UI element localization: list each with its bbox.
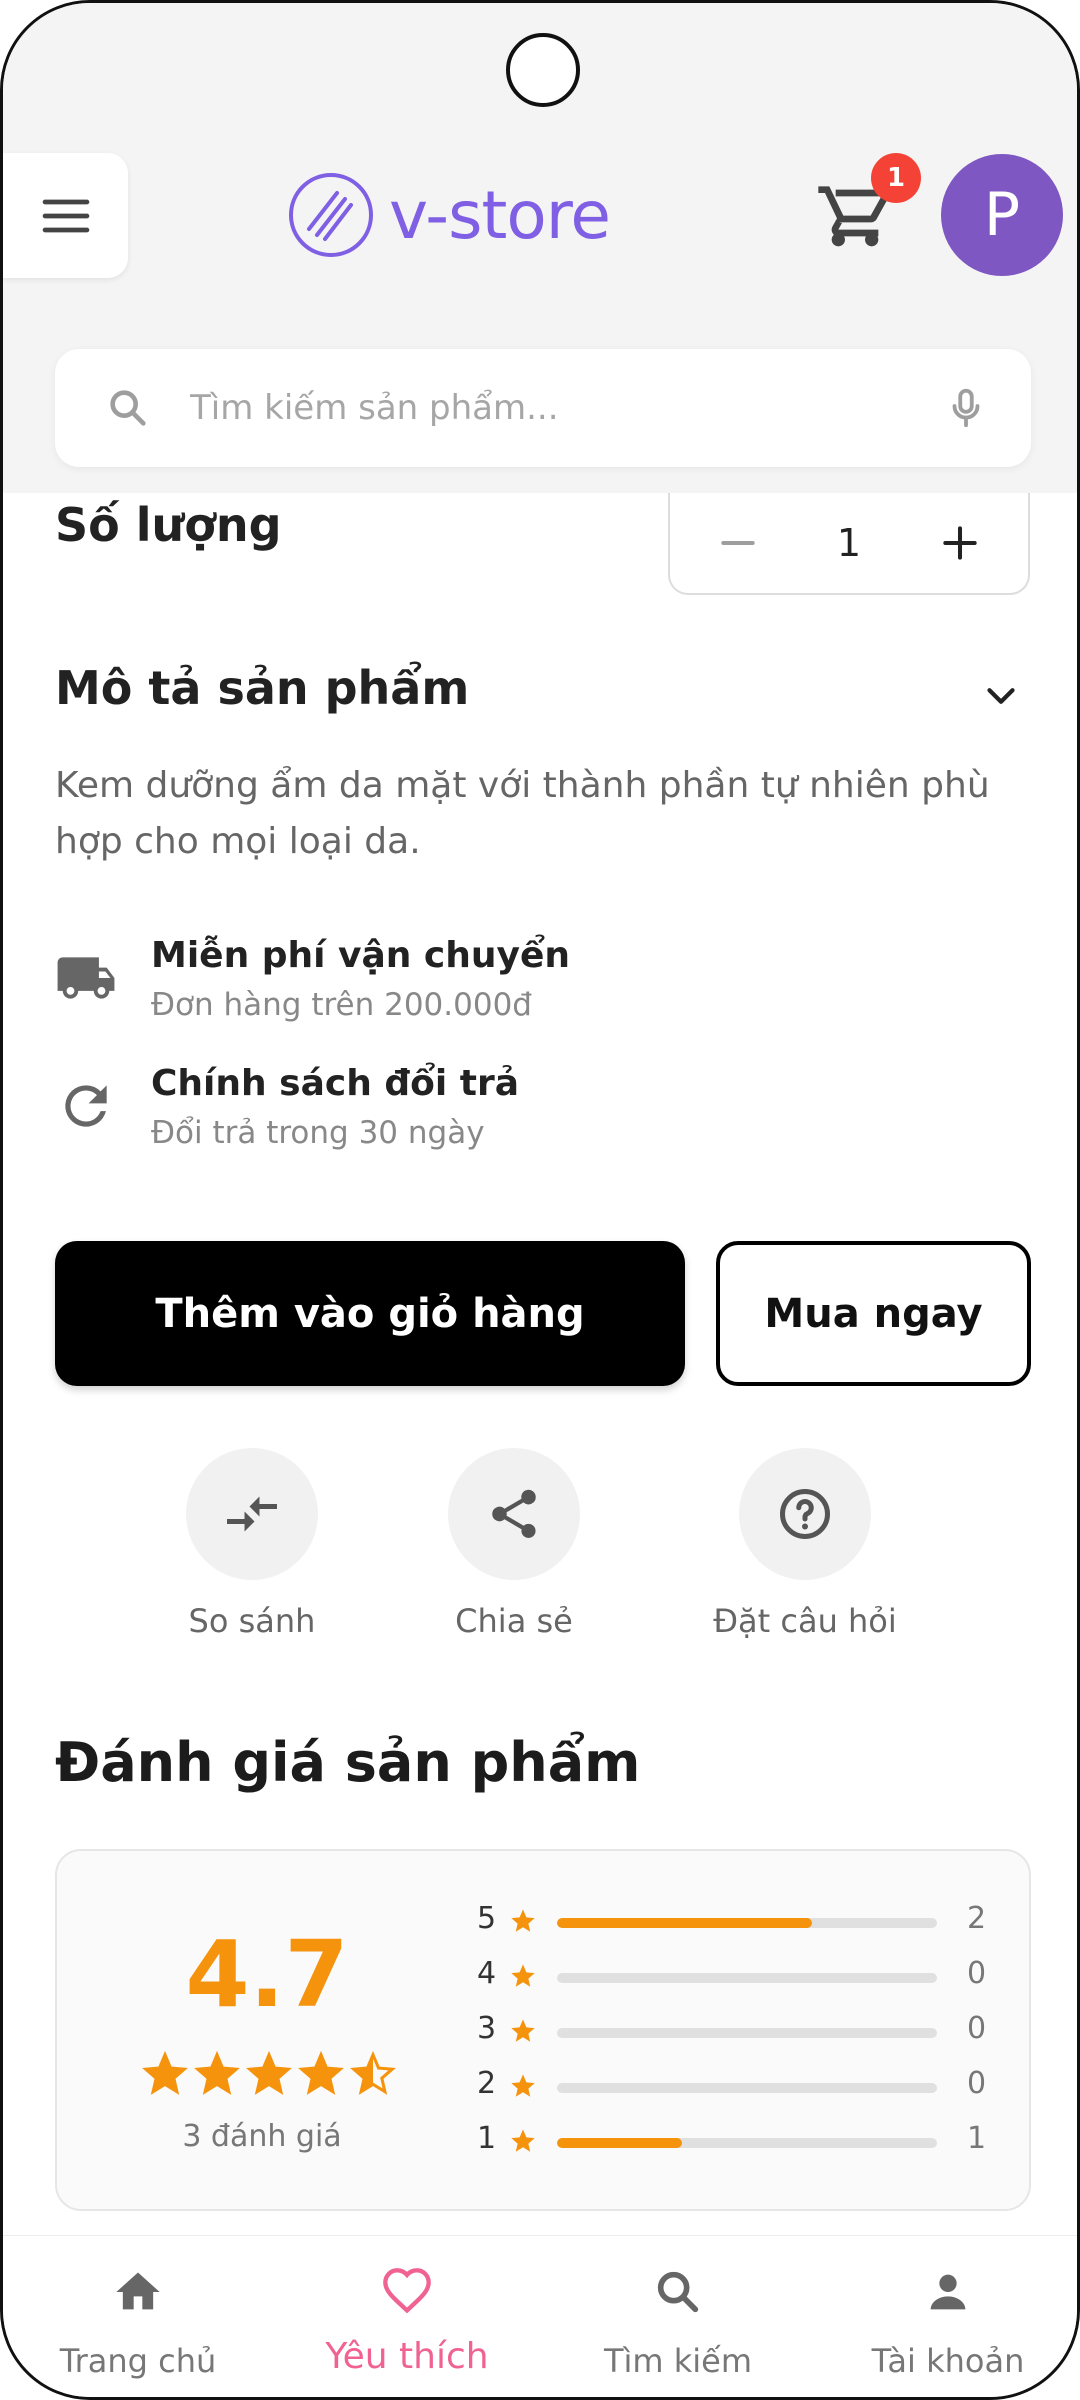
rating-stars-value: 2: [477, 2066, 497, 2101]
feature-subtitle: Đổi trả trong 30 ngày: [151, 1115, 485, 1151]
ask-question-label: Đặt câu hỏi: [713, 1602, 897, 1640]
rating-count: 0: [967, 1956, 987, 1991]
logo[interactable]: v-store: [287, 169, 611, 261]
ask-question-button[interactable]: [739, 1448, 871, 1580]
buy-now-button[interactable]: Mua ngay: [716, 1241, 1031, 1386]
feature-title: Miễn phí vận chuyển: [151, 935, 571, 976]
average-stars: [142, 2051, 396, 2097]
nav-search[interactable]: Tìm kiếm: [558, 2236, 798, 2397]
feature-title: Chính sách đổi trả: [151, 1063, 520, 1104]
nav-label: Tài khoản: [871, 2342, 1025, 2380]
quantity-value: 1: [836, 521, 862, 565]
rating-bar-fill: [557, 2138, 683, 2148]
star-icon: [511, 2129, 535, 2152]
rating-row[interactable]: 1 1: [477, 2121, 997, 2161]
add-to-cart-button[interactable]: Thêm vào giỏ hàng: [55, 1241, 685, 1386]
rating-stars-value: 4: [477, 1956, 497, 1991]
compare-action[interactable]: So sánh: [152, 1448, 352, 1640]
nav-label: Tìm kiếm: [603, 2342, 753, 2380]
share-label: Chia sẻ: [455, 1602, 573, 1640]
decrease-button[interactable]: [710, 515, 766, 571]
star-full-icon: [246, 2051, 292, 2095]
cart-badge: 1: [871, 153, 921, 203]
feature-free-shipping: Miễn phí vận chuyển Đơn hàng trên 200.00…: [55, 935, 955, 1035]
quantity-label: Số lượng: [55, 498, 282, 552]
microphone-icon[interactable]: [943, 385, 989, 431]
menu-button[interactable]: [3, 153, 128, 278]
review-count: 3 đánh giá: [182, 2119, 342, 2154]
logo-text: v-store: [389, 176, 611, 254]
description-title[interactable]: Mô tả sản phẩm: [55, 661, 469, 715]
feature-return-policy: Chính sách đổi trả Đổi trả trong 30 ngày: [55, 1063, 955, 1163]
reviews-title: Đánh giá sản phẩm: [55, 1731, 641, 1794]
compare-icon: [227, 1496, 277, 1532]
question-icon: [780, 1489, 830, 1539]
rating-count: 0: [967, 2066, 987, 2101]
search-icon: [657, 2271, 699, 2313]
plus-icon: [943, 526, 977, 560]
rating-stars-value: 3: [477, 2011, 497, 2046]
average-rating: 4.7: [185, 1921, 349, 2028]
rating-count: 0: [967, 2011, 987, 2046]
ask-question-action[interactable]: Đặt câu hỏi: [705, 1448, 905, 1640]
share-button[interactable]: [448, 1448, 580, 1580]
refresh-icon: [65, 1085, 107, 1127]
minus-icon: [721, 540, 755, 546]
rating-bar: [557, 2138, 937, 2148]
nav-label: Yêu thích: [325, 2336, 489, 2377]
home-icon: [116, 2272, 160, 2310]
star-icon: [511, 1909, 535, 1932]
rating-bar-fill: [557, 1918, 812, 1928]
nav-account[interactable]: Tài khoản: [828, 2236, 1068, 2397]
rating-bar: [557, 2028, 937, 2038]
nav-label: Trang chủ: [59, 2342, 217, 2380]
truck-icon: [57, 957, 115, 999]
rating-row[interactable]: 3 0: [477, 2011, 997, 2051]
rating-row[interactable]: 2 0: [477, 2066, 997, 2106]
star-half-icon: [350, 2051, 396, 2095]
star-icon: [511, 2019, 535, 2042]
phone-frame: v-store 1 P Số lượng 1 Mô tả sản phẩm Ke…: [0, 0, 1080, 2400]
account-icon: [930, 2274, 966, 2310]
camera-cutout: [506, 33, 580, 107]
increase-button[interactable]: [932, 515, 988, 571]
rating-summary-card: 4.7 3 đánh giá 5 2 4 0 3 0 2 0 1 1: [55, 1849, 1031, 2211]
star-icon: [511, 1964, 535, 1987]
share-icon: [492, 1489, 536, 1538]
star-full-icon: [142, 2051, 188, 2095]
nav-favorites[interactable]: Yêu thích: [287, 2236, 527, 2397]
rating-stars-value: 1: [477, 2121, 497, 2156]
star-full-icon: [194, 2051, 240, 2095]
bottom-navigation: Trang chủ Yêu thích Tìm kiếm Tài khoản: [3, 2235, 1077, 2397]
rating-stars-value: 5: [477, 1901, 497, 1936]
rating-row[interactable]: 4 0: [477, 1956, 997, 1996]
chevron-down-icon[interactable]: [978, 673, 1024, 719]
avatar[interactable]: P: [941, 154, 1063, 276]
quantity-stepper: 1: [668, 493, 1030, 595]
hamburger-icon: [42, 199, 89, 232]
rating-bar: [557, 1918, 937, 1928]
description-text: Kem dưỡng ẩm da mặt với thành phần tự nh…: [55, 765, 990, 862]
nav-home[interactable]: Trang chủ: [18, 2236, 258, 2397]
search-bar: [55, 349, 1031, 467]
rating-bar: [557, 2083, 937, 2093]
star-full-icon: [298, 2051, 344, 2095]
feature-subtitle: Đơn hàng trên 200.000đ: [151, 987, 532, 1023]
star-icon: [511, 2074, 535, 2097]
share-action[interactable]: Chia sẻ: [414, 1448, 614, 1640]
rating-count: 1: [967, 2121, 987, 2156]
heart-icon: [383, 2268, 431, 2314]
rating-bar: [557, 1973, 937, 1983]
rating-row[interactable]: 5 2: [477, 1901, 997, 1941]
rating-count: 2: [967, 1901, 987, 1936]
compare-label: So sánh: [188, 1602, 316, 1640]
search-icon: [110, 390, 146, 426]
logo-icon: [289, 173, 373, 257]
compare-button[interactable]: [186, 1448, 318, 1580]
search-input[interactable]: [190, 373, 950, 443]
